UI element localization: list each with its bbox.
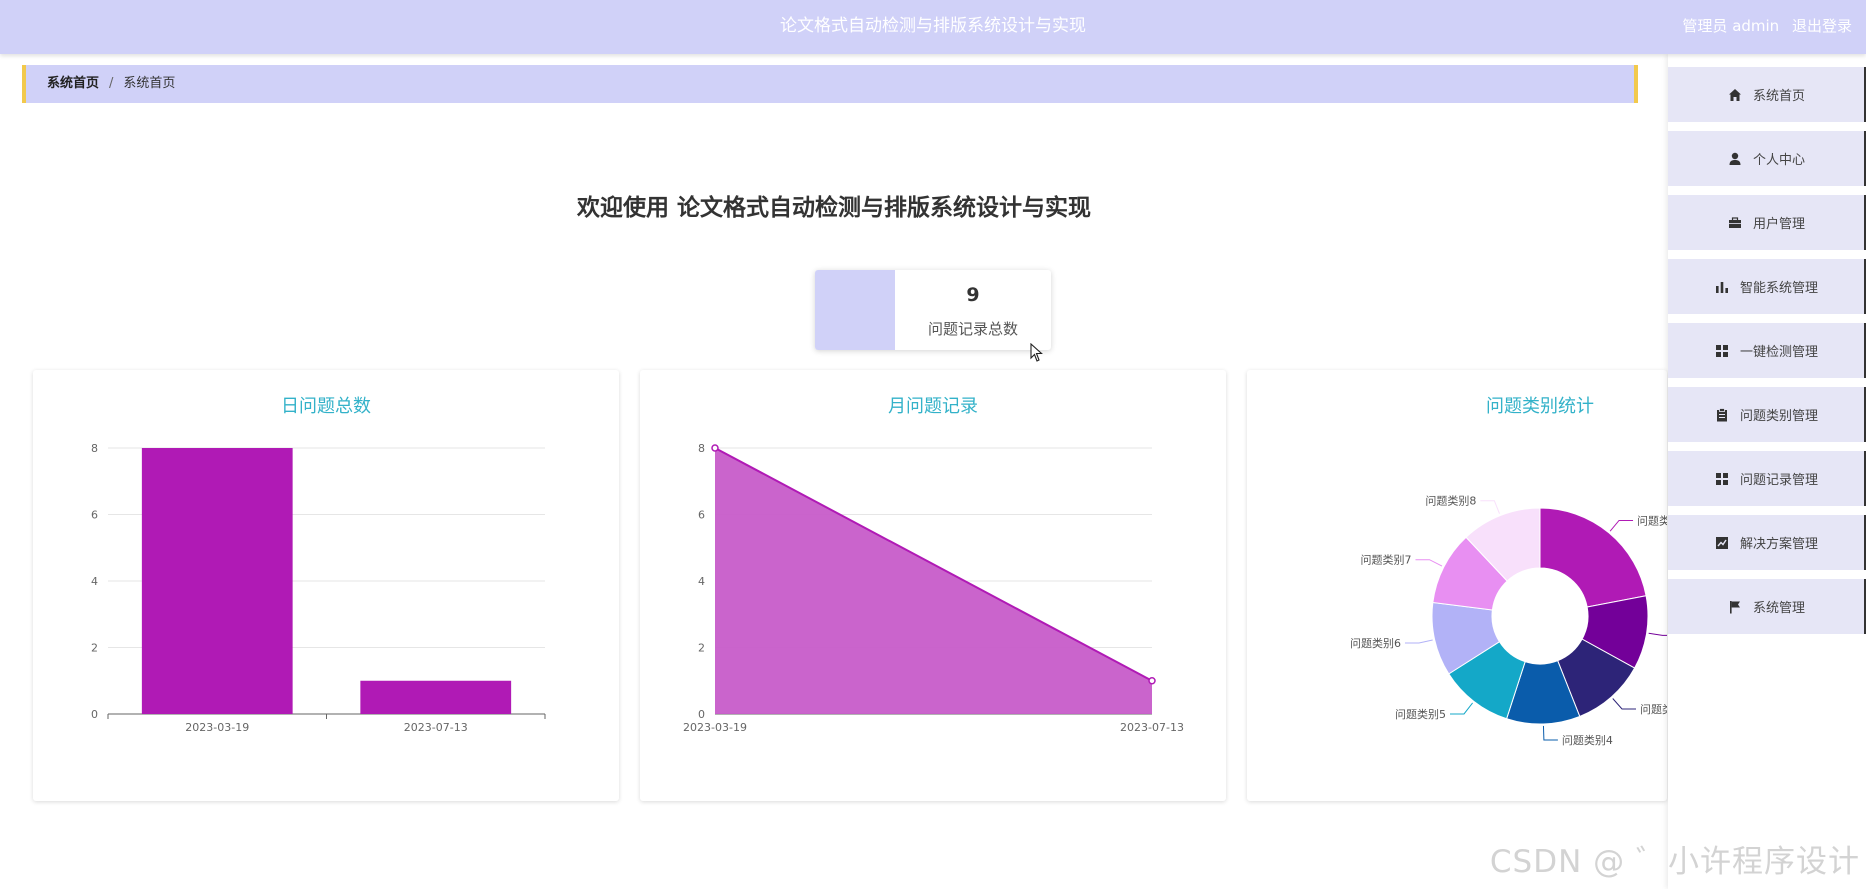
x-tick-label: 2023-03-19 — [185, 721, 249, 734]
briefcase-icon — [1728, 216, 1741, 228]
pie-label-line — [1480, 500, 1500, 514]
pie-label: 问题类别5 — [1395, 707, 1446, 721]
daily-issues-bar-chart: 0 2 4 6 8 2023-03-19 2023-07-13 — [91, 442, 546, 734]
y-tick-label: 2 — [91, 642, 98, 655]
sidebar-item-smart-system[interactable]: 智能系统管理 — [1668, 259, 1866, 314]
x-tick-label: 2023-03-19 — [683, 721, 747, 734]
sidebar-item-label: 问题记录管理 — [1739, 473, 1818, 488]
stat-card: 9 问题记录总数 — [815, 270, 1051, 350]
issue-category-pie-chart: 问题类问题类问题类别4问题类别5问题类别6问题类别7问题类别8 — [1350, 494, 1667, 747]
pie-label: 问题类别6 — [1350, 636, 1401, 650]
daily-issues-panel: 日问题总数 0 2 4 6 8 2023-03-19 2023-07-13 — [33, 370, 619, 801]
stat-value: 9 — [966, 284, 980, 306]
y-tick-label: 8 — [698, 442, 705, 455]
pie-label-line — [1449, 702, 1473, 715]
user-area: 管理员 admin 退出登录 — [1674, 0, 1852, 54]
sidebar-item-label: 问题类别管理 — [1739, 409, 1818, 424]
issue-category-panel: 问题类别统计 问题类 问题类 问题类别4 问题类别5 问题类别6 问题类别7 问题类别8 — [1247, 370, 1667, 801]
line-chart-icon — [1715, 536, 1728, 549]
pie-label-line — [1542, 725, 1558, 741]
stat-card-color-block — [815, 270, 895, 350]
breadcrumb-current: 系统首页 — [123, 76, 176, 91]
sidebar-item-one-click-check[interactable]: 一键检测管理 — [1668, 323, 1866, 378]
pie-label-line — [1612, 698, 1637, 710]
mouse-cursor-icon — [1030, 343, 1043, 362]
y-tick-label: 2 — [698, 642, 705, 655]
logout-button[interactable]: 退出登录 — [1792, 17, 1852, 35]
sidebar-menu: 系统首页 个人中心 用户管理 智能系统管理 一键检测管理 问题类别管理 问题记录… — [1668, 54, 1866, 889]
bar-chart-icon — [1715, 281, 1728, 293]
sidebar-item-label: 系统管理 — [1752, 601, 1805, 616]
sidebar-item-home[interactable]: 系统首页 — [1668, 67, 1866, 122]
home-icon — [1728, 88, 1741, 101]
welcome-heading: 欢迎使用 论文格式自动检测与排版系统设计与实现 — [576, 195, 1091, 221]
sidebar-item-label: 系统首页 — [1752, 89, 1805, 104]
stat-label: 问题记录总数 — [927, 320, 1018, 338]
pie-label-line — [1415, 559, 1443, 567]
sidebar-item-label: 智能系统管理 — [1739, 281, 1818, 296]
data-point — [1148, 677, 1156, 685]
y-tick-label: 0 — [91, 708, 98, 721]
sidebar-item-label: 个人中心 — [1752, 153, 1805, 168]
monthly-issues-panel: 月问题记录 0 2 4 6 8 2023-03-19 2023-07-13 — [640, 370, 1226, 801]
breadcrumb-home[interactable]: 系统首页 — [47, 76, 99, 91]
sidebar-item-label: 用户管理 — [1752, 217, 1805, 232]
y-tick-label: 6 — [698, 509, 705, 522]
sidebar-item-system[interactable]: 系统管理 — [1668, 579, 1866, 634]
pie-label-line — [1648, 632, 1667, 636]
y-tick-label: 4 — [698, 575, 705, 588]
bar — [141, 448, 293, 714]
flag-icon — [1729, 600, 1740, 613]
top-bar: 论文格式自动检测与排版系统设计与实现 管理员 admin 退出登录 — [0, 0, 1866, 54]
monthly-issues-area-chart: 0 2 4 6 8 2023-03-19 2023-07-13 — [683, 442, 1184, 734]
user-icon — [1729, 152, 1741, 165]
sidebar-item-issue-records[interactable]: 问题记录管理 — [1668, 451, 1866, 506]
sidebar-item-issue-category[interactable]: 问题类别管理 — [1668, 387, 1866, 442]
watermark: CSDN @ ゛小许程序设计 — [1489, 844, 1860, 880]
app-title: 论文格式自动检测与排版系统设计与实现 — [780, 16, 1086, 36]
clipboard-icon — [1716, 407, 1727, 421]
pie-slice — [1539, 507, 1647, 608]
grid-icon — [1715, 344, 1728, 357]
sidebar-item-label: 一键检测管理 — [1739, 345, 1818, 360]
x-tick-label: 2023-07-13 — [1120, 721, 1184, 734]
sidebar-item-label: 解决方案管理 — [1739, 537, 1818, 552]
breadcrumb-separator: / — [109, 76, 114, 91]
x-tick-label: 2023-07-13 — [404, 721, 468, 734]
pie-label: 问题类别4 — [1562, 733, 1613, 747]
pie-label-line — [1404, 639, 1433, 644]
pie-label: 问题类别8 — [1425, 494, 1476, 508]
pie-label: 问题类 — [1637, 513, 1667, 527]
y-tick-label: 8 — [91, 442, 98, 455]
user-name: 管理员 admin — [1682, 17, 1780, 35]
pie-label: 问题类别7 — [1361, 553, 1412, 567]
pie-label: 问题类 — [1640, 702, 1667, 716]
sidebar-item-users[interactable]: 用户管理 — [1668, 195, 1866, 250]
sidebar-item-profile[interactable]: 个人中心 — [1668, 131, 1866, 186]
sidebar-item-solutions[interactable]: 解决方案管理 — [1668, 515, 1866, 570]
y-tick-label: 4 — [91, 575, 98, 588]
breadcrumb: 系统首页 / 系统首页 — [22, 65, 1638, 103]
y-tick-label: 6 — [91, 509, 98, 522]
grid-icon — [1715, 472, 1728, 485]
bar — [360, 680, 512, 714]
y-tick-label: 0 — [698, 708, 705, 721]
pie-label-line — [1609, 519, 1634, 532]
data-point — [711, 444, 719, 452]
